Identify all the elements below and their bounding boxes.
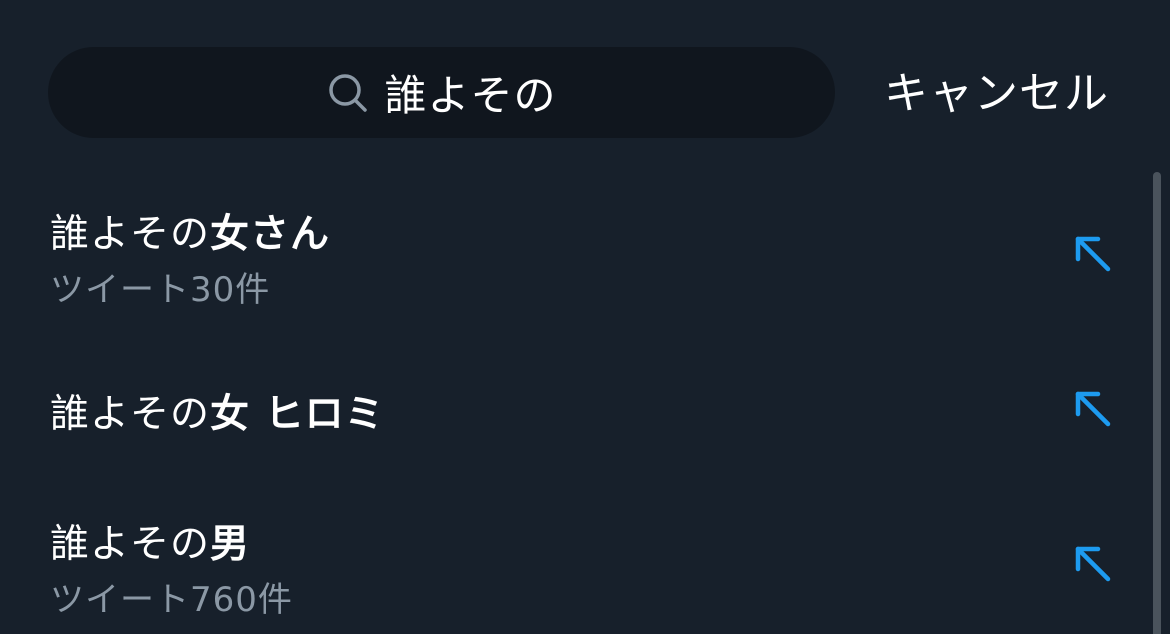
suggestion-subtitle: ツイート30件 [50, 270, 271, 310]
search-query-text: 誰よその [384, 71, 557, 120]
search-input-content: 誰よその [326, 62, 556, 123]
arrow-up-left-icon[interactable] [1072, 543, 1114, 585]
scrollbar[interactable] [1153, 172, 1161, 634]
suggestion-match: 男 [210, 522, 251, 567]
suggestion-item[interactable]: 誰よその女 ヒロミ [0, 343, 1150, 493]
suggestion-prefix: 誰よその [50, 392, 211, 437]
suggestion-match: 女さん [210, 212, 331, 257]
search-input[interactable]: 誰よその [48, 47, 835, 138]
search-screen: 誰よその キャンセル 誰よその女さん ツイート30件 誰よその女 ヒロミ 誰よそ… [0, 0, 1170, 634]
suggestion-item[interactable]: 誰よその女さん ツイート30件 [0, 188, 1150, 338]
search-icon [326, 71, 370, 115]
suggestion-subtitle: ツイート760件 [50, 580, 293, 620]
suggestion-prefix: 誰よその [50, 522, 211, 567]
suggestion-item[interactable]: 誰よその男 ツイート760件 [0, 498, 1150, 634]
suggestion-title: 誰よその女 ヒロミ [50, 383, 385, 439]
arrow-up-left-icon[interactable] [1072, 233, 1114, 275]
cancel-button[interactable]: キャンセル [884, 62, 1109, 126]
arrow-up-left-icon[interactable] [1072, 388, 1114, 430]
suggestion-prefix: 誰よその [50, 212, 211, 257]
suggestion-match: 女 ヒロミ [210, 392, 385, 437]
suggestion-title: 誰よその男 [50, 513, 250, 569]
suggestion-title: 誰よその女さん [50, 203, 330, 259]
